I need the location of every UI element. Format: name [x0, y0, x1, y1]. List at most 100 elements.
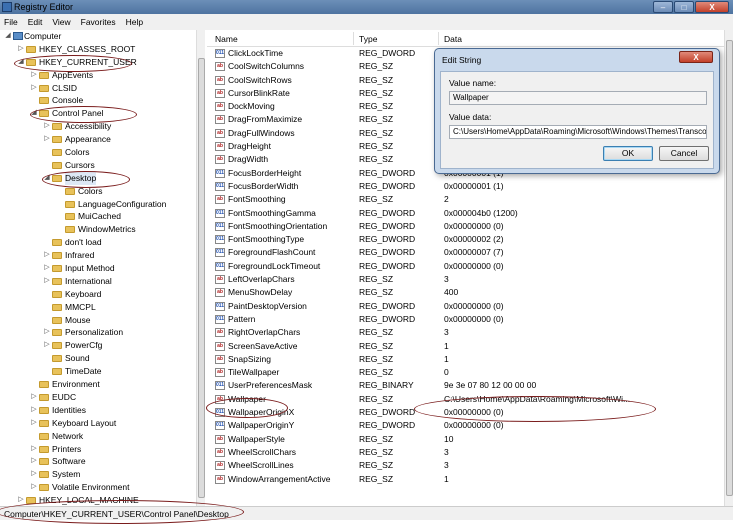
tree-node[interactable]: MMCPL: [0, 301, 204, 314]
menu-help[interactable]: Help: [126, 14, 143, 30]
expander-icon[interactable]: ◢: [43, 172, 51, 185]
minimize-button[interactable]: –: [653, 1, 673, 13]
value-name-field[interactable]: Wallpaper: [449, 91, 707, 105]
tree-node[interactable]: Environment: [0, 378, 204, 391]
value-row[interactable]: ab WheelScrollLines REG_SZ 3: [207, 459, 724, 472]
tree-node[interactable]: ◢ Control Panel: [0, 107, 204, 120]
dialog-close-button[interactable]: X: [679, 51, 713, 63]
tree-node[interactable]: ▷ Identities: [0, 404, 204, 417]
expander-icon[interactable]: ▷: [30, 455, 38, 468]
tree-node[interactable]: ◢ Computer: [0, 30, 204, 43]
tree-node[interactable]: Keyboard: [0, 288, 204, 301]
menu-edit[interactable]: Edit: [28, 14, 43, 30]
value-row[interactable]: ab WindowArrangementActive REG_SZ 1: [207, 473, 724, 486]
expander-icon[interactable]: ▷: [43, 275, 51, 288]
value-row[interactable]: ab WallpaperStyle REG_SZ 10: [207, 433, 724, 446]
tree-scroll-thumb[interactable]: [198, 58, 205, 498]
ok-button[interactable]: OK: [603, 146, 653, 161]
expander-icon[interactable]: ▷: [30, 82, 38, 95]
expander-icon[interactable]: ▷: [43, 262, 51, 275]
tree-node[interactable]: Colors: [0, 185, 204, 198]
tree-node[interactable]: ▷ EUDC: [0, 391, 204, 404]
tree-node[interactable]: TimeDate: [0, 365, 204, 378]
expander-icon[interactable]: ▷: [30, 481, 38, 494]
tree-node[interactable]: ▷ International: [0, 275, 204, 288]
list-scroll-thumb[interactable]: [726, 40, 733, 496]
column-header-name[interactable]: Name: [215, 34, 238, 44]
expander-icon[interactable]: ▷: [17, 43, 25, 56]
value-row[interactable]: 011 ForegroundFlashCount REG_DWORD 0x000000…: [207, 246, 724, 259]
value-row[interactable]: ab SnapSizing REG_SZ 1: [207, 353, 724, 366]
tree-node[interactable]: ▷ HKEY_LOCAL_MACHINE: [0, 494, 204, 506]
value-row[interactable]: 011 Pattern REG_DWORD 0x00000000 (0): [207, 313, 724, 326]
tree-node[interactable]: don't load: [0, 236, 204, 249]
value-row[interactable]: ab ScreenSaveActive REG_SZ 1: [207, 340, 724, 353]
expander-icon[interactable]: ▷: [30, 404, 38, 417]
tree-node[interactable]: Sound: [0, 352, 204, 365]
expander-icon[interactable]: ▷: [43, 133, 51, 146]
expander-icon[interactable]: ▷: [30, 391, 38, 404]
value-row[interactable]: ab MenuShowDelay REG_SZ 400: [207, 286, 724, 299]
tree-node[interactable]: Mouse: [0, 314, 204, 327]
tree-node[interactable]: ▷ HKEY_CLASSES_ROOT: [0, 43, 204, 56]
expander-icon[interactable]: ▷: [43, 120, 51, 133]
expander-icon[interactable]: ▷: [43, 339, 51, 352]
tree-node[interactable]: Cursors: [0, 159, 204, 172]
expander-icon[interactable]: ▷: [30, 417, 38, 430]
tree-node[interactable]: ▷ Keyboard Layout: [0, 417, 204, 430]
value-row[interactable]: 011 ForegroundLockTimeout REG_DWORD 0x00000…: [207, 260, 724, 273]
expander-icon[interactable]: ◢: [17, 56, 25, 69]
tree-node[interactable]: Colors: [0, 146, 204, 159]
tree-node[interactable]: ▷ Infrared: [0, 249, 204, 262]
tree-node[interactable]: Network: [0, 430, 204, 443]
value-row[interactable]: ab FontSmoothing REG_SZ 2: [207, 193, 724, 206]
value-row[interactable]: 011 FontSmoothingOrientation REG_DWORD 0x00…: [207, 220, 724, 233]
value-row[interactable]: ab LeftOverlapChars REG_SZ 3: [207, 273, 724, 286]
expander-icon[interactable]: ▷: [30, 468, 38, 481]
value-row[interactable]: 011 FontSmoothingGamma REG_DWORD 0x000004b0…: [207, 207, 724, 220]
maximize-button[interactable]: □: [674, 1, 694, 13]
menu-file[interactable]: File: [4, 14, 18, 30]
menu-view[interactable]: View: [52, 14, 70, 30]
tree-node[interactable]: MuiCached: [0, 210, 204, 223]
value-row[interactable]: ab RightOverlapChars REG_SZ 3: [207, 326, 724, 339]
column-header-type[interactable]: Type: [359, 34, 377, 44]
cancel-button[interactable]: Cancel: [659, 146, 709, 161]
value-row[interactable]: ab TileWallpaper REG_SZ 0: [207, 366, 724, 379]
value-row[interactable]: 011 WallpaperOriginY REG_DWORD 0x00000000 (…: [207, 419, 724, 432]
tree-node[interactable]: ▷ PowerCfg: [0, 339, 204, 352]
expander-icon[interactable]: ▷: [17, 494, 25, 506]
list-scrollbar[interactable]: [724, 30, 733, 506]
tree-node[interactable]: ▷ AppEvents: [0, 69, 204, 82]
tree-node[interactable]: ◢ HKEY_CURRENT_USER: [0, 56, 204, 69]
tree-scrollbar[interactable]: [196, 30, 205, 506]
tree-node[interactable]: ▷ System: [0, 468, 204, 481]
tree-node[interactable]: ▷ Accessibility: [0, 120, 204, 133]
value-row[interactable]: 011 WallpaperOriginX REG_DWORD 0x00000000 (…: [207, 406, 724, 419]
value-row[interactable]: 011 FocusBorderWidth REG_DWORD 0x00000001 (…: [207, 180, 724, 193]
value-row[interactable]: 011 UserPreferencesMask REG_BINARY 9e 3e 07…: [207, 379, 724, 392]
value-row[interactable]: ab Wallpaper REG_SZ C:\Users\Home\AppData\R…: [207, 393, 724, 406]
value-row[interactable]: 011 FontSmoothingType REG_DWORD 0x00000002 …: [207, 233, 724, 246]
value-row[interactable]: ab WheelScrollChars REG_SZ 3: [207, 446, 724, 459]
expander-icon[interactable]: ▷: [43, 249, 51, 262]
expander-icon[interactable]: ▷: [30, 443, 38, 456]
tree-node[interactable]: ▷ Volatile Environment: [0, 481, 204, 494]
tree-node[interactable]: ▷ Personalization: [0, 326, 204, 339]
tree-node[interactable]: Console: [0, 94, 204, 107]
expander-icon[interactable]: ◢: [4, 30, 12, 43]
tree-node[interactable]: ▷ Printers: [0, 443, 204, 456]
value-data-field[interactable]: C:\Users\Home\AppData\Roaming\Microsoft\…: [449, 125, 707, 139]
value-row[interactable]: 011 PaintDesktopVersion REG_DWORD 0x0000000…: [207, 300, 724, 313]
close-button[interactable]: X: [695, 1, 729, 13]
tree-node[interactable]: ▷ Appearance: [0, 133, 204, 146]
tree-node[interactable]: ▷ Input Method: [0, 262, 204, 275]
tree-node[interactable]: ▷ Software: [0, 455, 204, 468]
tree-node[interactable]: LanguageConfiguration: [0, 198, 204, 211]
expander-icon[interactable]: ▷: [43, 326, 51, 339]
menu-favorites[interactable]: Favorites: [81, 14, 116, 30]
tree-node[interactable]: WindowMetrics: [0, 223, 204, 236]
column-header-data[interactable]: Data: [444, 34, 462, 44]
tree-node[interactable]: ▷ CLSID: [0, 82, 204, 95]
expander-icon[interactable]: ◢: [30, 107, 38, 120]
